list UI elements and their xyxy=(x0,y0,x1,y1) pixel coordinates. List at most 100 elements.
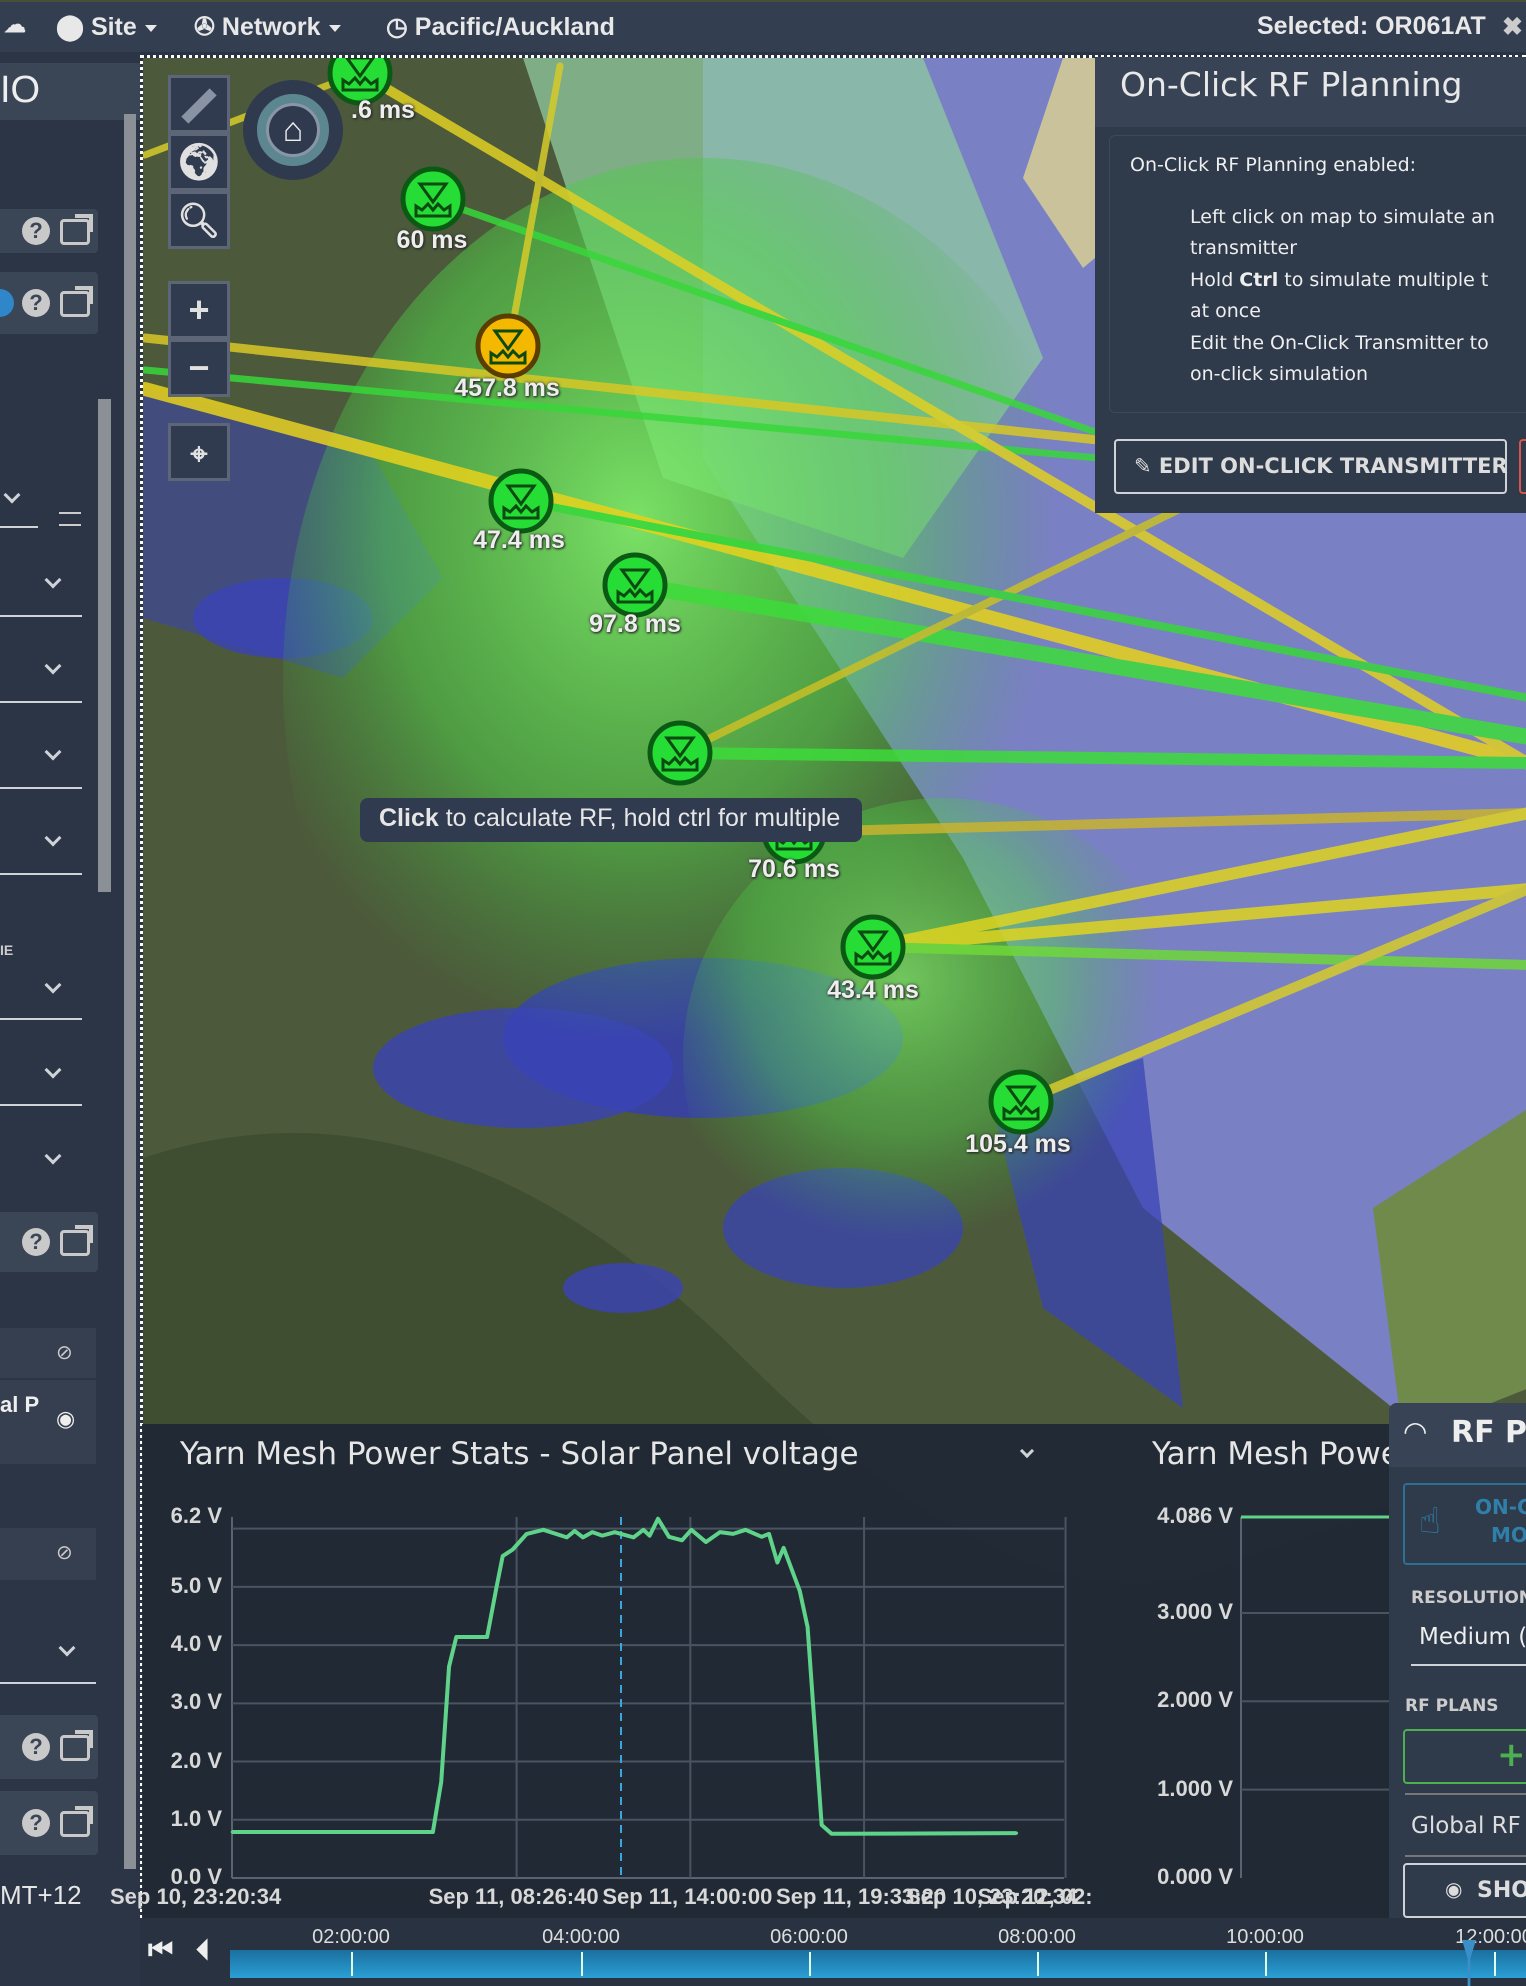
radio-node-icon xyxy=(602,552,668,618)
zoom-out-button[interactable]: − xyxy=(168,339,230,397)
step-back-icon[interactable]: ⏴ xyxy=(196,1934,210,1967)
clock-icon: ◷ xyxy=(386,13,408,41)
on-click-mode-button[interactable]: ☝ ON-C MO xyxy=(1403,1483,1526,1565)
instruction-line: transmitter xyxy=(1190,237,1298,259)
search-map-button[interactable]: 🔍︎ xyxy=(168,191,230,249)
node-marker[interactable] xyxy=(488,468,554,534)
timeline-label: 10:00:00 xyxy=(1226,1926,1304,1948)
panel-header[interactable]: ? xyxy=(0,1212,98,1272)
chevron-down-icon[interactable] xyxy=(44,1061,62,1079)
external-link-icon[interactable] xyxy=(60,214,93,245)
list-menu-icon[interactable] xyxy=(59,512,81,526)
chevron-down-icon[interactable] xyxy=(44,1147,62,1165)
panel-header[interactable]: ? xyxy=(0,1791,98,1855)
data-point xyxy=(798,1589,802,1593)
rf-plans-label: RF PLANS xyxy=(1405,1696,1499,1716)
zoom-in-button[interactable]: + xyxy=(168,281,230,339)
data-point xyxy=(541,1528,545,1532)
resolution-select[interactable]: Medium ( xyxy=(1411,1618,1526,1666)
button-label: EDIT ON-CLICK TRANSMITTER xyxy=(1158,454,1508,478)
chevron-down-icon[interactable] xyxy=(44,976,62,994)
panel-header[interactable]: ? xyxy=(0,1715,98,1779)
y-tick-label: 5.0 V xyxy=(170,1572,222,1598)
instruction-key: Ctrl xyxy=(1239,269,1279,291)
measure-ruler-button[interactable] xyxy=(168,75,230,133)
node-marker[interactable] xyxy=(400,166,466,232)
layer-row[interactable]: ⊘ xyxy=(0,1328,96,1378)
eye-slash-icon[interactable]: ⊘ xyxy=(56,1340,73,1365)
eye-icon[interactable]: ◉ xyxy=(56,1406,75,1432)
timezone-selector[interactable]: ◷ Pacific/Auckland xyxy=(386,12,615,42)
node-marker[interactable] xyxy=(647,720,713,786)
button-label: MO xyxy=(1491,1523,1526,1547)
chevron-down-icon[interactable] xyxy=(44,657,62,675)
sidebar-scrollbar[interactable] xyxy=(124,114,136,1869)
x-tick-label: Sep 11, 08:26:40 xyxy=(428,1884,599,1909)
external-link-icon[interactable] xyxy=(60,286,93,317)
help-icon[interactable]: ? xyxy=(22,1733,50,1761)
node-marker[interactable] xyxy=(475,313,541,379)
chevron-down-icon[interactable] xyxy=(58,1639,76,1657)
timeline-tick xyxy=(1265,1952,1267,1976)
pencil-icon: ✎ xyxy=(1134,454,1159,478)
layer-row[interactable]: al P ◉ xyxy=(0,1380,96,1464)
help-icon[interactable]: ? xyxy=(22,1809,50,1837)
network-label: Network xyxy=(221,13,321,41)
external-link-icon[interactable] xyxy=(60,1225,93,1256)
y-tick-label: 1.000 V xyxy=(1157,1775,1233,1801)
help-icon[interactable]: ? xyxy=(22,1228,50,1256)
data-point xyxy=(1015,1831,1019,1835)
instructions-box: On-Click RF Planning enabled: Left click… xyxy=(1109,135,1526,413)
panel-header[interactable]: ? xyxy=(0,272,98,334)
node-marker[interactable] xyxy=(840,914,906,980)
edit-on-click-transmitter-button[interactable]: ✎ EDIT ON-CLICK TRANSMITTER xyxy=(1114,439,1508,494)
site-dropdown[interactable]: ⬤ Site xyxy=(56,12,157,42)
external-link-icon[interactable] xyxy=(60,1806,93,1837)
data-point xyxy=(680,1538,684,1542)
map-hint-tooltip: Click to calculate RF, hold ctrl for mul… xyxy=(360,798,862,842)
chevron-down-icon[interactable] xyxy=(44,743,62,761)
panel-header[interactable]: ? xyxy=(0,209,98,253)
instruction-line: at once xyxy=(1190,300,1261,322)
y-tick-label: 3.000 V xyxy=(1157,1598,1233,1624)
data-point xyxy=(704,1540,708,1544)
eye-icon: ◉ xyxy=(1445,1877,1463,1901)
resolution-value: Medium ( xyxy=(1419,1624,1526,1650)
timeline-track[interactable] xyxy=(230,1950,1526,1978)
data-point xyxy=(806,1625,810,1629)
chevron-down-icon[interactable] xyxy=(3,486,21,504)
add-rf-plan-button[interactable]: + xyxy=(1403,1729,1526,1784)
panel-scrollbar[interactable] xyxy=(98,399,111,892)
timeline-label: 08:00:00 xyxy=(998,1926,1076,1948)
timeline-label: 04:00:00 xyxy=(542,1926,620,1948)
rf-plan-name[interactable]: Global RF xyxy=(1411,1813,1521,1839)
data-point xyxy=(525,1532,529,1536)
node-marker[interactable] xyxy=(602,552,668,618)
data-point xyxy=(820,1823,824,1827)
help-icon[interactable]: ? xyxy=(22,217,50,245)
close-icon[interactable]: ✖ xyxy=(1502,12,1523,42)
radio-node-icon xyxy=(647,720,713,786)
eye-slash-icon[interactable]: ⊘ xyxy=(56,1540,73,1565)
chevron-down-icon[interactable] xyxy=(44,571,62,589)
disable-button[interactable] xyxy=(1519,439,1526,494)
timeline[interactable]: ⏮ ⏴ 02:00:00 04:00:00 06:00:00 08:00:00 10:0… xyxy=(140,1918,1526,1986)
data-point xyxy=(439,1780,443,1784)
chevron-down-icon[interactable] xyxy=(44,829,62,847)
data-point xyxy=(689,1528,693,1532)
layer-row[interactable]: ⊘ xyxy=(0,1528,96,1580)
timeline-label: 06:00:00 xyxy=(770,1926,848,1948)
globe-view-button[interactable]: 🌍︎ xyxy=(168,133,230,191)
external-link-icon[interactable] xyxy=(60,1730,93,1761)
network-dropdown[interactable]: ✇ Network xyxy=(194,12,341,42)
node-marker[interactable] xyxy=(988,1069,1054,1135)
instruction-line: on-click simulation xyxy=(1190,363,1369,385)
caret-down-icon xyxy=(328,24,341,32)
timezone-label: Pacific/Auckland xyxy=(414,13,615,41)
jump-to-start-icon[interactable]: ⏮ xyxy=(148,1934,173,1967)
data-point xyxy=(731,1532,735,1536)
help-icon[interactable]: ? xyxy=(22,289,50,317)
cloud-icon[interactable]: ☁ xyxy=(4,12,26,38)
show-button[interactable]: ◉ SHOW xyxy=(1403,1863,1526,1918)
locate-button[interactable]: ⌖ xyxy=(168,423,230,481)
